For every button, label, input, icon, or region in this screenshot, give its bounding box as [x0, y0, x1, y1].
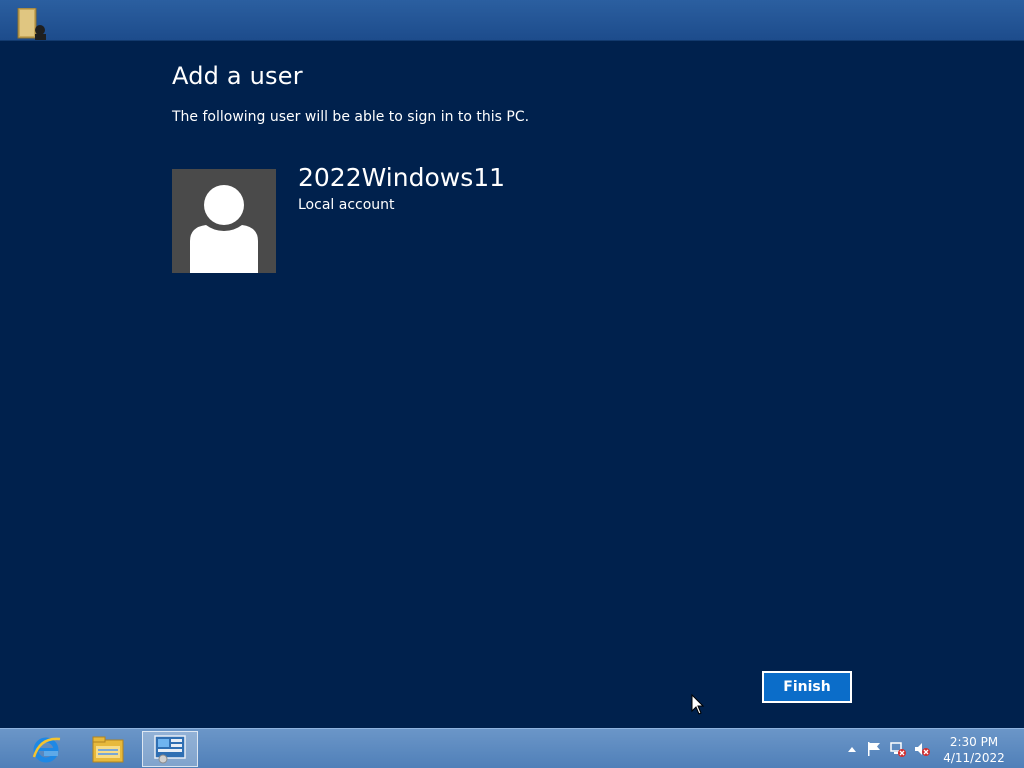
page-subtitle: The following user will be able to sign … — [172, 109, 530, 125]
user-silhouette-icon — [190, 185, 258, 273]
show-hidden-icons-arrow[interactable] — [844, 741, 860, 757]
taskbar-clock[interactable]: 2:30 PM 4/11/2022 — [936, 734, 1012, 766]
clock-time: 2:30 PM — [949, 735, 999, 749]
taskbar-file-explorer[interactable] — [80, 731, 136, 767]
user-name: 2022Windows11 — [298, 163, 506, 192]
screen: Add a user The following user will be ab… — [0, 0, 1024, 768]
avatar — [172, 169, 276, 273]
taskbar: 2:30 PM 4/11/2022 — [0, 728, 1024, 768]
network-disconnected-icon[interactable] — [890, 741, 906, 757]
folder-icon — [92, 736, 124, 763]
internet-explorer-icon — [32, 737, 61, 763]
clock-date: 4/11/2022 — [943, 751, 1005, 765]
taskbar-control-panel[interactable] — [142, 731, 198, 767]
title-strip — [0, 0, 1024, 41]
user-accounts-icon — [17, 8, 46, 40]
account-type: Local account — [298, 197, 395, 213]
mouse-cursor-icon — [691, 694, 705, 715]
volume-muted-icon[interactable] — [914, 741, 930, 757]
control-panel-icon — [154, 735, 186, 764]
finish-button[interactable]: Finish — [762, 671, 852, 703]
taskbar-internet-explorer[interactable] — [18, 731, 74, 767]
action-center-flag-icon[interactable] — [866, 741, 882, 757]
page-title: Add a user — [172, 62, 303, 90]
